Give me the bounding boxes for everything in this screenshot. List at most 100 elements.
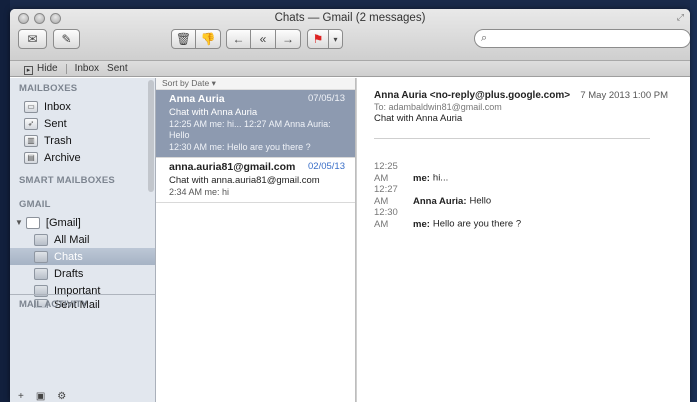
message-preview: 12:25 AM me: hi... 12:27 AM Anna Auria: … (169, 119, 331, 140)
flag-button[interactable]: ⚑ (307, 29, 329, 49)
junk-icon: 👎 (200, 32, 216, 46)
search-field[interactable]: ⌕ (474, 29, 690, 48)
sidebar-item-label: Trash (44, 134, 72, 147)
sidebar-item-label: Archive (44, 151, 81, 164)
chat-time: 12:30 AM (374, 207, 398, 230)
hide-label: Hide (37, 62, 58, 74)
chat-transcript: 12:25 AM me: hi... 12:27 AM Anna Auria: Hell… (374, 161, 670, 230)
junk-button[interactable]: 👎 (196, 29, 221, 49)
hide-mailboxes-button[interactable]: ▸ Hide (24, 63, 58, 75)
reply-all-button[interactable]: « (251, 29, 276, 49)
sidebar-item-inbox[interactable]: ▭ Inbox (10, 98, 155, 115)
message-date: 02/05/13 (308, 161, 345, 172)
message-preview: 12:30 AM me: Hello are you there ? (169, 142, 311, 152)
sidebar: MAILBOXES ▭ Inbox ➶ Sent ▥ Trash ▤ Archi… (10, 78, 156, 402)
chat-text: hi... (432, 172, 449, 184)
sidebar-item-label: Sent (44, 117, 67, 130)
reply-all-icon: « (259, 32, 267, 46)
window-title: Chats — Gmail (2 messages) (274, 12, 426, 24)
sidebar-item-all-mail[interactable]: All Mail (10, 231, 155, 248)
mail-activity-heading: MAIL ACTIVITY (19, 299, 88, 310)
sort-by-date-button[interactable]: Sort by Date ▾ (156, 78, 355, 90)
main-area: MAILBOXES ▭ Inbox ➶ Sent ▥ Trash ▤ Archi… (10, 78, 690, 402)
fullscreen-icon[interactable]: ⤢ (677, 12, 684, 23)
chat-time: 12:27 AM (374, 184, 398, 207)
folder-icon (34, 250, 48, 263)
flag-group: ⚑ ▾ (307, 29, 343, 49)
compose-envelope-icon: ✉ (27, 32, 38, 46)
sidebar-bottom-bar: + ▣ ⚙ (18, 391, 66, 402)
desktop-background-right (690, 0, 697, 402)
chat-line: 12:27 AM Anna Auria: Hello (374, 184, 670, 207)
reply-button[interactable]: ← (226, 29, 251, 49)
chat-text: Hello are you there ? (432, 218, 522, 230)
desktop-background-left (0, 0, 10, 402)
message-list: Sort by Date ▾ Anna Auria 07/05/13 Chat … (156, 78, 356, 402)
chevron-down-icon: ▾ (333, 34, 338, 44)
folder-icon (25, 216, 40, 229)
mailboxes-heading[interactable]: MAILBOXES (10, 78, 155, 98)
plus-icon[interactable]: + (18, 391, 24, 402)
favorite-inbox[interactable]: Inbox (75, 63, 99, 74)
sidebar-item-chats[interactable]: Chats (10, 248, 155, 265)
sidebar-scrollbar[interactable] (148, 80, 154, 192)
favorites-separator (65, 63, 67, 74)
chat-time: 12:25 AM (374, 161, 398, 184)
smart-mailboxes-heading[interactable]: SMART MAILBOXES (10, 166, 155, 190)
forward-icon: → (282, 32, 294, 46)
chat-speaker: me: (413, 218, 430, 230)
sent-icon: ➶ (24, 117, 38, 130)
header-divider (374, 138, 650, 139)
sidebar-item-label: Drafts (54, 267, 84, 280)
delete-button[interactable]: 🗑 (171, 29, 196, 49)
mailbox-icon[interactable]: ▣ (36, 391, 45, 402)
message-date: 07/05/13 (308, 93, 345, 104)
forward-button[interactable]: → (276, 29, 301, 49)
flag-icon: ⚑ (312, 32, 324, 46)
to-label: To: (374, 102, 387, 112)
list-item[interactable]: Anna Auria 07/05/13 Chat with Anna Auria… (156, 90, 355, 158)
sidebar-divider[interactable] (10, 294, 155, 295)
sidebar-item-label: [Gmail] (45, 216, 81, 229)
recipient-address[interactable]: adambaldwin81@gmail.com (389, 102, 502, 112)
reply-group: ← « → (226, 29, 301, 49)
inbox-icon: ▭ (24, 100, 38, 113)
archive-icon: ▤ (24, 151, 38, 164)
chat-line: 12:30 AM me: Hello are you there ? (374, 207, 670, 230)
viewer-subject: Chat with Anna Auria (374, 113, 463, 124)
disclosure-triangle-icon[interactable]: ▼ (15, 218, 23, 227)
chat-speaker: Anna Auria: (413, 195, 467, 207)
titlebar: Chats — Gmail (2 messages) ⤢ ✉ ✎ 🗑 👎 ← «… (10, 9, 690, 61)
chat-speaker: me: (413, 172, 430, 184)
sidebar-item-archive[interactable]: ▤ Archive (10, 149, 155, 166)
favorite-sent[interactable]: Sent (107, 63, 128, 74)
message-subject: Chat with anna.auria81@gmail.com (169, 175, 320, 186)
hide-icon: ▸ (24, 65, 33, 75)
gear-icon[interactable]: ⚙ (57, 391, 66, 402)
message-viewer: Anna Auria <no-reply@plus.google.com> 7 … (356, 78, 690, 402)
new-message-button[interactable]: ✎ (53, 29, 80, 49)
get-mail-button[interactable]: ✉ (18, 29, 47, 49)
flag-menu-button[interactable]: ▾ (329, 29, 343, 49)
sidebar-item-label: Chats (54, 250, 83, 263)
sidebar-item-label: Inbox (44, 100, 71, 113)
mail-window: Chats — Gmail (2 messages) ⤢ ✉ ✎ 🗑 👎 ← «… (10, 9, 690, 402)
viewer-date: 7 May 2013 1:00 PM (580, 90, 668, 101)
sidebar-item-gmail[interactable]: ▼ [Gmail] (10, 214, 155, 231)
favorites-bar: ▸ Hide Inbox Sent (10, 61, 690, 77)
trash-icon: 🗑 (175, 32, 192, 46)
sidebar-item-drafts[interactable]: Drafts (10, 265, 155, 282)
chat-line: 12:25 AM me: hi... (374, 161, 670, 184)
message-subject: Chat with Anna Auria (169, 107, 258, 118)
search-icon: ⌕ (481, 32, 488, 44)
viewer-recipient: To: adambaldwin81@gmail.com (374, 102, 670, 112)
folder-icon (34, 267, 48, 280)
sidebar-item-sent[interactable]: ➶ Sent (10, 115, 155, 132)
chat-text: Hello (469, 195, 492, 207)
list-item[interactable]: anna.auria81@gmail.com 02/05/13 Chat wit… (156, 158, 355, 203)
sidebar-item-trash[interactable]: ▥ Trash (10, 132, 155, 149)
gmail-heading[interactable]: GMAIL (10, 190, 155, 214)
folder-icon (34, 233, 48, 246)
sidebar-item-important[interactable]: Important (10, 282, 155, 299)
sidebar-item-label: All Mail (54, 233, 90, 246)
